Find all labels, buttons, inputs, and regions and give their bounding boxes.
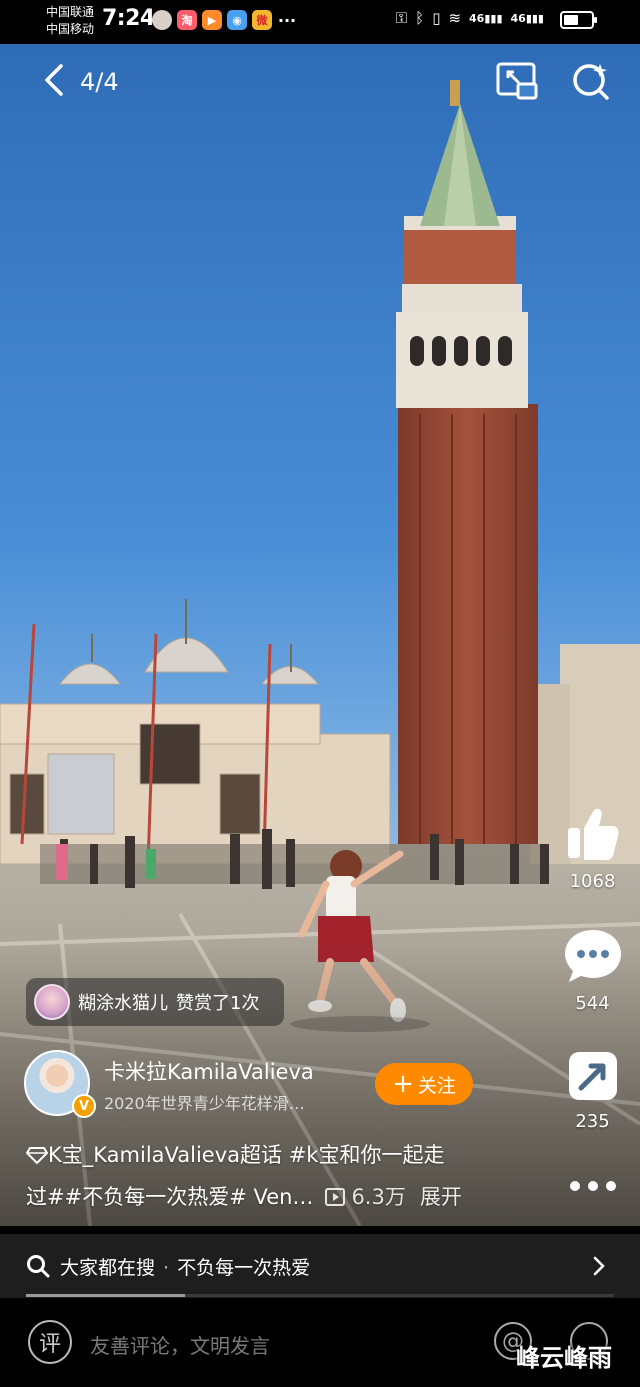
trending-label: 大家都在搜 <box>60 1256 156 1279</box>
trending-search-bar[interactable]: 大家都在搜 · 不负每一次热爱 <box>0 1234 640 1298</box>
system-icons: ⚿ ᛒ ▯ ≋ 46▮▮▮ 46▮▮▮ <box>396 9 544 27</box>
caption-text-2: 过##不负每一次热爱# Ven… <box>26 1185 314 1209</box>
signal-icon-2: 46▮▮▮ <box>510 11 544 25</box>
share-button[interactable]: 235 <box>545 1048 640 1132</box>
caption-line-1[interactable]: K宝_KamilaValieva超话 #k宝和你一起走 <box>25 1141 506 1169</box>
key-icon: ⚿ <box>395 9 408 27</box>
more-dots-icon <box>569 1181 616 1191</box>
thumbs-up-icon <box>567 808 618 860</box>
diamond-icon <box>25 1147 49 1165</box>
like-button[interactable]: 1068 <box>545 804 640 892</box>
search-icon <box>27 1255 50 1278</box>
search-icon <box>573 64 609 100</box>
clock: 7:24 <box>102 6 155 31</box>
screen-cast-icon <box>496 62 538 100</box>
follow-button[interactable]: + 关注 <box>375 1063 473 1105</box>
wifi-icon: ≋ <box>448 9 462 27</box>
notification-icons: 淘 ▶ ◉ 微 ··· <box>152 10 297 30</box>
expand-link[interactable]: 展开 <box>420 1183 462 1211</box>
caption-line-2[interactable]: 过##不负每一次热爱# Ven… 6.3万 展开 <box>26 1183 506 1211</box>
share-count: 235 <box>575 1111 610 1132</box>
follow-label: 关注 <box>417 1074 456 1097</box>
comment-input[interactable]: 友善评论，文明发言 <box>90 1330 270 1359</box>
comment-count: 544 <box>575 993 610 1014</box>
comment-button[interactable]: 544 <box>545 926 640 1014</box>
carrier-labels: 中国联通 中国移动 <box>46 4 94 38</box>
video-progress-fill <box>26 1294 185 1297</box>
comment-bubble-icon <box>564 930 621 982</box>
caption-text-1: K宝_KamilaValieva超话 #k宝和你一起走 <box>48 1143 445 1167</box>
reward-user-avatar <box>34 984 70 1020</box>
video-app-icon: ▶ <box>202 10 222 30</box>
trending-query: 不负每一次热爱 <box>177 1256 311 1279</box>
search-button[interactable] <box>570 60 612 102</box>
view-count: 6.3万 <box>325 1183 406 1211</box>
verified-badge-icon: V <box>72 1094 96 1118</box>
avatar-notification-icon <box>152 10 172 30</box>
carrier-1: 中国联通 <box>46 5 95 19</box>
reward-action: 赞赏了1次 <box>176 993 260 1014</box>
battery-icon <box>560 11 597 29</box>
vibrate-icon: ▯ <box>432 9 441 27</box>
carrier-2: 中国移动 <box>46 22 95 36</box>
watermark: 峰云峰雨 <box>516 1344 612 1372</box>
play-count-icon <box>325 1188 346 1206</box>
like-count: 1068 <box>569 871 616 892</box>
more-options-button[interactable] <box>545 1172 640 1205</box>
comment-edit-icon[interactable]: 评 <box>28 1320 72 1364</box>
separator: · <box>163 1256 170 1279</box>
screen-projection-button[interactable] <box>496 62 538 100</box>
video-frame[interactable] <box>0 44 640 1226</box>
chevron-right-icon <box>593 1256 605 1276</box>
browser-app-icon: ◉ <box>227 10 247 30</box>
more-notifications-icon: ··· <box>277 10 297 30</box>
share-icon <box>568 1052 617 1100</box>
bluetooth-icon: ᛒ <box>415 9 425 27</box>
chevron-left-icon <box>45 64 63 96</box>
reward-notice: 糊涂水猫儿 赞赏了1次 <box>26 978 284 1026</box>
view-count-value: 6.3万 <box>351 1185 406 1209</box>
video-progress-bar[interactable] <box>26 1294 614 1297</box>
reward-user-name: 糊涂水猫儿 <box>78 993 168 1014</box>
back-button[interactable] <box>36 60 72 100</box>
author-avatar[interactable]: V <box>24 1050 96 1118</box>
trending-search-text: 大家都在搜 · 不负每一次热爱 <box>60 1253 310 1280</box>
signal-icon-1: 46▮▮▮ <box>469 11 503 25</box>
piazza-scene-image <box>0 44 640 1226</box>
plus-icon: + <box>392 1069 414 1099</box>
status-bar: 中国联通 中国移动 7:24 淘 ▶ ◉ 微 ··· ⚿ ᛒ ▯ ≋ 46▮▮▮… <box>0 0 640 44</box>
author-subtitle: 2020年世界青少年花样滑… <box>104 1094 305 1113</box>
page-indicator: 4/4 <box>80 68 119 96</box>
reward-text: 糊涂水猫儿 赞赏了1次 <box>78 989 259 1015</box>
author-name[interactable]: 卡米拉KamilaValieva <box>104 1056 314 1086</box>
weibo-icon: 微 <box>252 10 272 30</box>
shopping-app-icon: 淘 <box>177 10 197 30</box>
